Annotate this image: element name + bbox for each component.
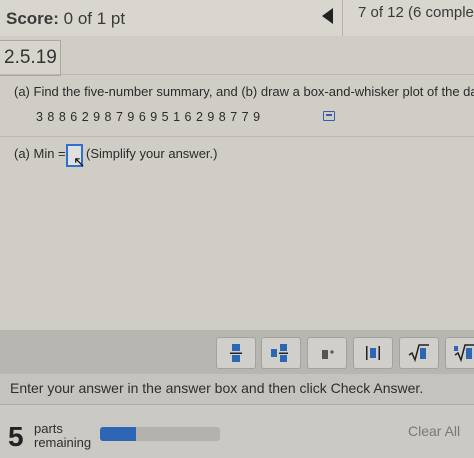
question-number: 2.5.19	[4, 47, 57, 68]
data-values: 3 8 8 6 2 9 8 7 9 6 9 5 1 6 2 9 8 7 7 9	[36, 110, 261, 124]
score-label: Score:	[6, 9, 59, 28]
mouse-pointer-icon: ↖	[73, 154, 86, 171]
decimal-button[interactable]	[307, 337, 347, 369]
parts-label: parts	[34, 421, 63, 436]
nth-root-button[interactable]	[445, 337, 474, 369]
fraction-button[interactable]	[216, 337, 256, 369]
mixed-number-icon	[271, 344, 288, 362]
math-toolbar	[0, 330, 474, 374]
decimal-icon	[322, 350, 334, 359]
square-root-button[interactable]	[399, 337, 439, 369]
question-number-tab: 2.5.19	[0, 40, 61, 76]
question-progress: 7 of 12 (6 complete	[358, 4, 474, 21]
absolute-value-button[interactable]	[353, 337, 393, 369]
nth-root-icon	[454, 344, 474, 363]
parts-remaining-label: parts remaining	[34, 422, 91, 450]
divider	[0, 136, 474, 137]
score-value: 0 of 1 pt	[63, 9, 126, 28]
mixed-number-button[interactable]	[261, 337, 301, 369]
remaining-label: remaining	[34, 435, 92, 450]
absolute-value-icon	[366, 346, 380, 360]
footer: 5 parts remaining Clear All	[0, 404, 474, 458]
instruction-text: Enter your answer in the answer box and …	[10, 380, 424, 396]
score: Score: 0 of 1 pt	[6, 9, 125, 29]
header-divider	[342, 0, 343, 36]
parts-progress-fill	[100, 427, 136, 441]
answer-hint: (Simplify your answer.)	[86, 146, 218, 161]
parts-progress-bar	[100, 427, 220, 441]
square-root-icon	[408, 344, 429, 363]
fraction-icon	[230, 344, 242, 362]
previous-question-button[interactable]	[322, 8, 333, 24]
clear-all-button[interactable]: Clear All	[408, 423, 460, 439]
question-prompt: (a) Find the five-number summary, and (b…	[14, 84, 474, 99]
copy-data-icon[interactable]	[323, 111, 335, 121]
min-label: (a) Min =	[14, 146, 66, 161]
header-bar: Score: 0 of 1 pt 7 of 12 (6 complete	[0, 0, 474, 36]
parts-remaining-count: 5	[8, 421, 24, 452]
divider	[0, 74, 474, 75]
instruction-bar: Enter your answer in the answer box and …	[0, 374, 474, 404]
